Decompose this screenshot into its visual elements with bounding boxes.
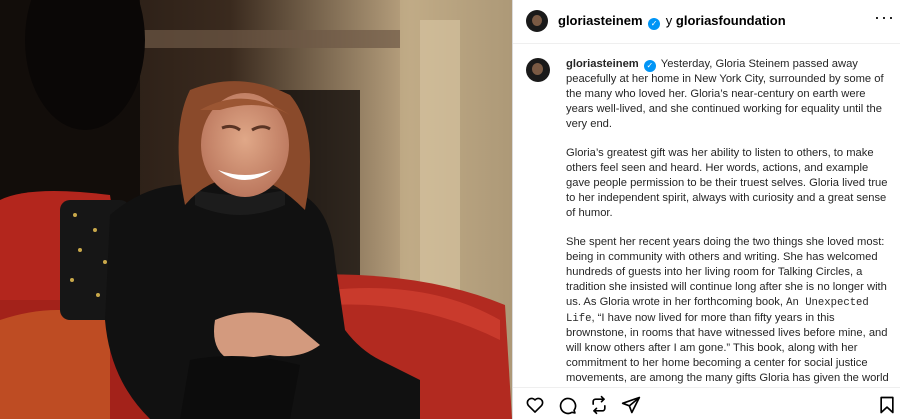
caption-avatar[interactable] bbox=[526, 58, 550, 82]
heart-icon[interactable] bbox=[525, 395, 545, 415]
post-header: gloriasteinem ✓ y gloriasfoundation ··· bbox=[513, 0, 900, 44]
post-photo bbox=[0, 0, 512, 419]
more-options-icon[interactable]: ··· bbox=[874, 8, 895, 26]
post-side-panel: gloriasteinem ✓ y gloriasfoundation ··· … bbox=[512, 0, 900, 420]
connector-text: y bbox=[665, 13, 673, 28]
send-icon[interactable] bbox=[621, 395, 641, 415]
caption-paragraph-3: She spent her recent years doing the two… bbox=[566, 235, 890, 387]
author-username[interactable]: gloriasteinem bbox=[558, 13, 643, 28]
caption-paragraph-2: Gloria’s greatest gift was her ability t… bbox=[566, 147, 888, 219]
verified-badge-icon: ✓ bbox=[648, 18, 661, 30]
caption-p3-after: , “I have now lived for more than fifty … bbox=[566, 311, 889, 388]
action-bar bbox=[513, 387, 900, 420]
caption-area: gloriasteinem ✓ Yesterday, Gloria Steine… bbox=[513, 43, 900, 387]
author-names: gloriasteinem ✓ y gloriasfoundation bbox=[558, 13, 786, 30]
verified-badge-icon: ✓ bbox=[643, 60, 656, 72]
repost-icon[interactable] bbox=[589, 395, 609, 415]
comment-icon[interactable] bbox=[557, 395, 577, 415]
caption-paragraph-1: gloriasteinem ✓ Yesterday, Gloria Steine… bbox=[566, 57, 890, 131]
author-avatar[interactable] bbox=[526, 10, 548, 32]
coauthor-username[interactable]: gloriasfoundation bbox=[676, 13, 786, 28]
caption-username[interactable]: gloriasteinem bbox=[566, 58, 639, 70]
bookmark-icon[interactable] bbox=[877, 395, 897, 415]
caption-text: gloriasteinem ✓ Yesterday, Gloria Steine… bbox=[566, 57, 890, 387]
